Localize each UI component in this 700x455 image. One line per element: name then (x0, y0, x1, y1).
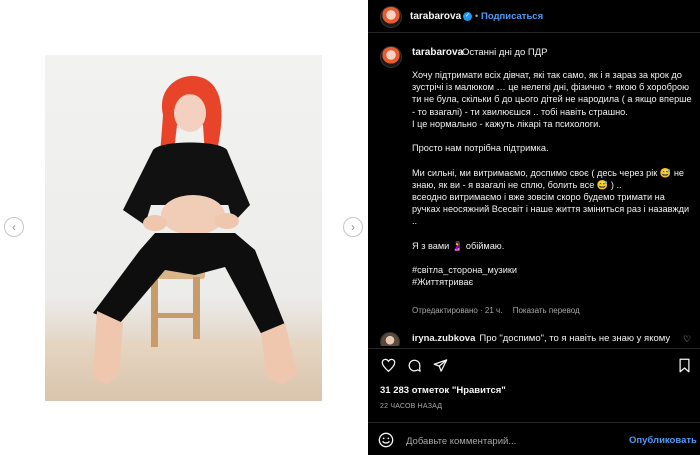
woman-photo-illustration (93, 76, 297, 385)
comment-icon[interactable] (406, 357, 422, 373)
instagram-post-modal: ‹ › tarabarova ✓ • Подписаться tarabarov… (0, 0, 700, 455)
action-bar (368, 348, 700, 378)
edited-label: Отредактировано · 21 ч. (412, 306, 503, 315)
chevron-left-icon[interactable]: ‹ (4, 217, 24, 237)
separator-dot: • (475, 11, 479, 21)
chevron-right-icon[interactable]: › (343, 217, 363, 237)
header-username[interactable]: tarabarova (410, 11, 461, 22)
caption-title: Останні дні до ПДР (462, 47, 548, 58)
comment-input[interactable] (406, 434, 616, 448)
add-comment-bar: Опубликовать (368, 422, 700, 455)
avatar[interactable] (380, 6, 402, 28)
comment-username[interactable]: iryna.zubkova (412, 333, 475, 344)
translate-button[interactable]: Показать перевод (513, 306, 580, 315)
follow-button[interactable]: Подписаться (481, 11, 543, 22)
post-photo (45, 55, 322, 401)
post-meta: Отредактировано · 21 ч. Показать перевод (412, 306, 580, 315)
post-side-panel: tarabarova ✓ • Подписаться tarabarova Ос… (368, 0, 700, 455)
caption-body: Хочу підтримати всіх дівчат, які так сам… (412, 70, 692, 288)
verified-badge-icon: ✓ (463, 12, 472, 21)
comment-row: iryna.zubkova Про "доспимо", то я навіть … (368, 330, 700, 346)
comment-body: Про "доспимо", то я навіть не знаю у яко… (479, 333, 671, 344)
emoji-icon[interactable] (378, 432, 394, 448)
share-icon[interactable] (432, 357, 448, 373)
comment-text: iryna.zubkova Про "доспимо", то я навіть … (412, 333, 670, 344)
like-icon[interactable] (380, 357, 396, 373)
publish-button[interactable]: Опубликовать (629, 435, 697, 446)
caption-username[interactable]: tarabarova (412, 47, 463, 58)
avatar[interactable] (380, 46, 402, 68)
post-header: tarabarova ✓ • Подписаться (368, 0, 700, 33)
likes-count[interactable]: 31 283 отметок "Нравится" (380, 385, 506, 396)
media-pane: ‹ › (0, 0, 368, 455)
post-time: 22 ЧАСОВ НАЗАД (380, 403, 443, 410)
avatar[interactable] (380, 332, 400, 346)
bookmark-icon[interactable] (676, 357, 692, 373)
comment-like-icon[interactable]: ♡ (683, 334, 691, 345)
